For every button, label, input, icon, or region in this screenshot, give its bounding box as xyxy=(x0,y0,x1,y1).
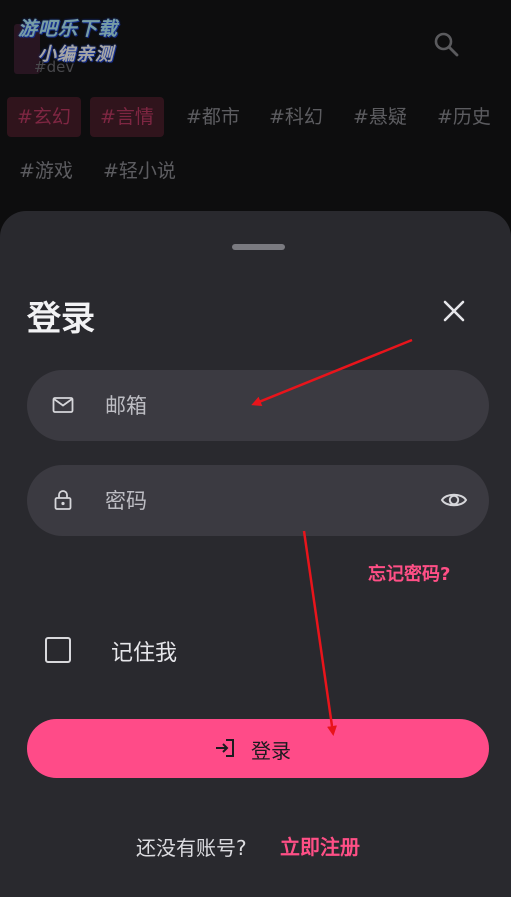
register-link[interactable]: 立即注册 xyxy=(280,831,360,860)
login-button-label: 登录 xyxy=(251,739,291,763)
password-placeholder: 密码 xyxy=(105,489,147,513)
login-bottom-sheet: 登录 邮箱 密码 忘记密码? 记住我 登录 还没有账号? 立即注册 xyxy=(0,211,511,897)
mail-icon xyxy=(52,397,74,413)
eye-icon[interactable] xyxy=(439,485,469,515)
email-field[interactable]: 邮箱 xyxy=(27,370,489,441)
drag-handle[interactable] xyxy=(232,244,285,250)
no-account-text: 还没有账号? xyxy=(136,836,247,860)
login-button[interactable]: 登录 xyxy=(27,719,489,778)
email-placeholder: 邮箱 xyxy=(105,394,147,418)
remember-me-checkbox[interactable] xyxy=(45,637,71,663)
forgot-password-link[interactable]: 忘记密码? xyxy=(368,560,450,586)
password-field[interactable]: 密码 xyxy=(27,465,489,536)
remember-me-label[interactable]: 记住我 xyxy=(111,635,177,667)
login-enter-icon xyxy=(216,739,234,757)
login-title: 登录 xyxy=(27,299,95,339)
lock-icon xyxy=(54,490,72,510)
close-icon[interactable] xyxy=(438,295,470,327)
